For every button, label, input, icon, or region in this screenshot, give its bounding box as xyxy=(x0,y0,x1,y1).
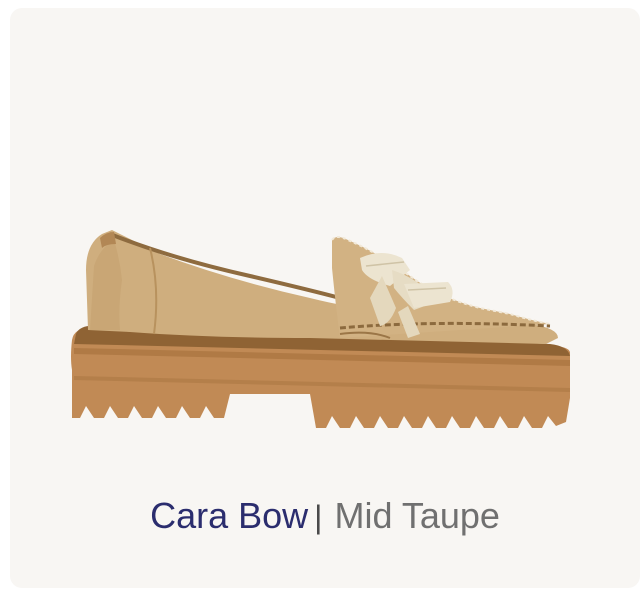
product-card[interactable]: Cara Bow | Mid Taupe xyxy=(10,8,640,588)
product-color-name: Mid Taupe xyxy=(334,495,500,536)
product-name[interactable]: Cara Bow xyxy=(150,495,308,536)
product-image[interactable] xyxy=(10,8,640,468)
shoe-image xyxy=(71,230,570,428)
caption-separator: | xyxy=(314,499,323,535)
shoe-upper xyxy=(86,230,558,344)
product-caption[interactable]: Cara Bow | Mid Taupe xyxy=(10,494,640,539)
